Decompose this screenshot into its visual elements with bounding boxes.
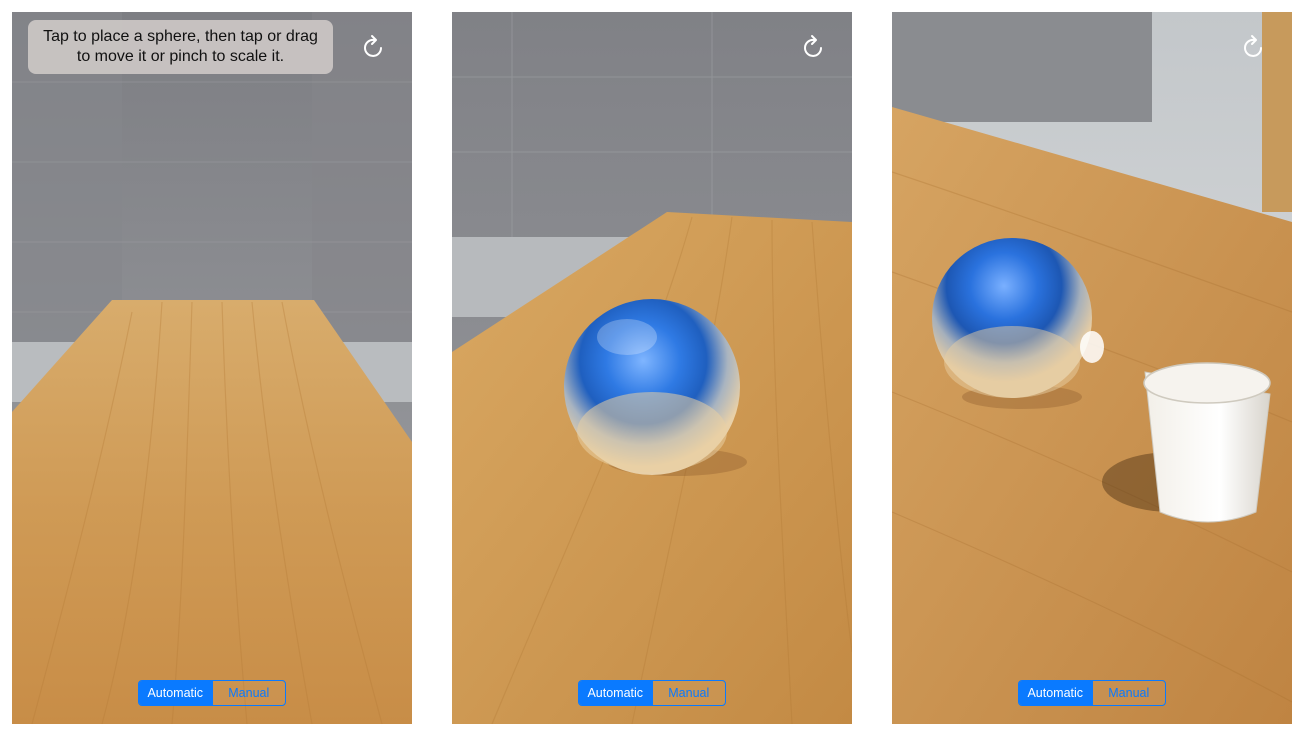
environment-texturing-segmented-control[interactable]: Automatic Manual (1018, 680, 1166, 706)
reset-button[interactable] (800, 34, 828, 62)
ar-view-3[interactable]: Automatic Manual (892, 12, 1292, 724)
arrow-clockwise-icon (1244, 35, 1262, 57)
segment-manual[interactable]: Manual (651, 681, 725, 705)
ar-camera-feed (452, 12, 852, 724)
ar-view-2[interactable]: Automatic Manual (452, 12, 852, 724)
segment-automatic[interactable]: Automatic (1019, 681, 1092, 705)
ar-view-1[interactable]: Tap to place a sphere, then tap or drag … (12, 12, 412, 724)
arrow-clockwise-icon (364, 35, 382, 57)
screenshot-triptych: Tap to place a sphere, then tap or drag … (0, 0, 1304, 736)
environment-texturing-segmented-control[interactable]: Automatic Manual (578, 680, 726, 706)
segment-manual[interactable]: Manual (211, 681, 285, 705)
segment-manual[interactable]: Manual (1091, 681, 1165, 705)
instruction-banner: Tap to place a sphere, then tap or drag … (28, 20, 333, 74)
ar-camera-feed (892, 12, 1292, 724)
ar-camera-feed (12, 12, 412, 724)
reset-button[interactable] (360, 34, 388, 62)
segment-automatic[interactable]: Automatic (579, 681, 652, 705)
arrow-clockwise-icon (804, 35, 822, 57)
segment-automatic[interactable]: Automatic (139, 681, 212, 705)
environment-texturing-segmented-control[interactable]: Automatic Manual (138, 680, 286, 706)
instruction-line-2: to move it or pinch to scale it. (76, 48, 285, 65)
instruction-line-1: Tap to place a sphere, then tap or drag (43, 28, 318, 45)
reset-button[interactable] (1240, 34, 1268, 62)
